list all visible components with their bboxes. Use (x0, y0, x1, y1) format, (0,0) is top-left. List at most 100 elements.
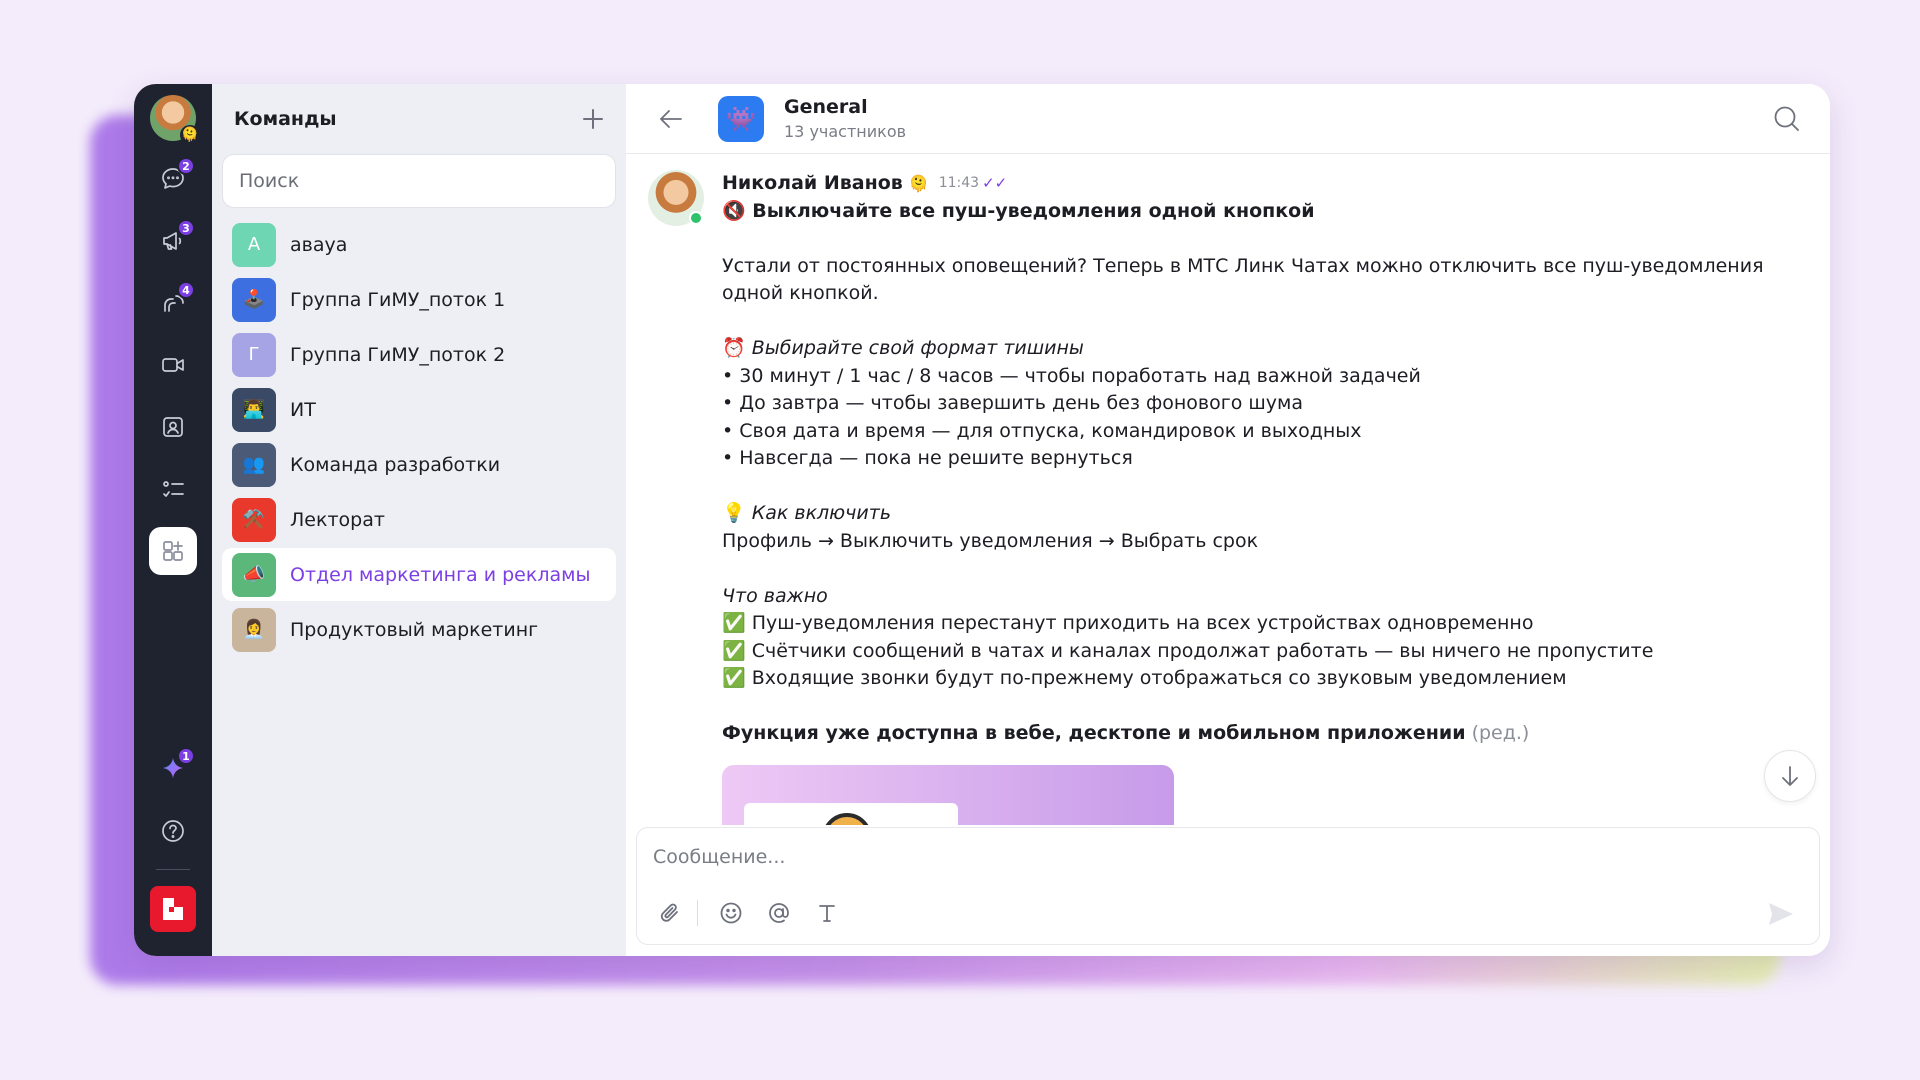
apps-nav-button[interactable] (149, 527, 197, 575)
attach-button[interactable] (655, 898, 685, 928)
scroll-down-button[interactable] (1764, 750, 1816, 802)
format-item: • 30 минут / 1 час / 8 часов — чтобы пор… (722, 364, 1421, 387)
author-avatar[interactable] (648, 170, 704, 226)
chat-avatar: 👾 (718, 95, 764, 142)
channels-badge: 3 (177, 219, 195, 237)
alarm-clock-icon: ⏰ (722, 337, 746, 359)
nav-rail: 🫠 2 3 4 1 (134, 84, 212, 956)
chats-badge: 2 (177, 157, 195, 175)
author-status-emoji: 🫠 (908, 174, 929, 193)
howto-text: Профиль → Выключить уведомления → Выбрат… (722, 529, 1259, 552)
team-label: Отдел маркетинга и рекламы (290, 563, 591, 586)
team-label: Группа ГиМУ_поток 1 (290, 288, 506, 311)
team-label: Команда разработки (290, 453, 501, 476)
important-title: Что важно (722, 584, 828, 607)
calls-nav-button[interactable] (149, 341, 197, 389)
message-headline: 🔇 Выключайте все пуш-уведомления одной к… (722, 198, 1790, 226)
composer-toolbar (655, 898, 860, 928)
tasks-nav-button[interactable] (149, 465, 197, 513)
threads-badge: 4 (177, 281, 195, 299)
chat-panel: 👾 General 13 участников Николай Иванов 🫠… (626, 84, 1830, 956)
chat-header: 👾 General 13 участников (626, 84, 1830, 154)
read-ticks-icon: ✓✓ (982, 174, 1008, 192)
teams-header: Команды (212, 84, 626, 154)
image-attachment[interactable] (722, 765, 1174, 825)
team-item[interactable]: А авауа (222, 218, 616, 271)
message-time: 11:43 (938, 175, 980, 191)
lightbulb-icon: 💡 (722, 502, 746, 524)
team-item-active[interactable]: 📣 Отдел маркетинга и рекламы (222, 548, 616, 601)
search-icon (1774, 106, 1799, 131)
toolbar-divider (697, 900, 698, 926)
chats-nav-button[interactable]: 2 (149, 155, 197, 203)
howto-title-text: Как включить (751, 502, 892, 524)
team-item[interactable]: ⚒️ Лекторат (222, 493, 616, 546)
team-list: А авауа 🕹️ Группа ГиМУ_поток 1 Г Группа … (212, 218, 626, 656)
chat-title-block: General 13 участников (784, 96, 906, 141)
headline-text: Выключайте все пуш-уведомления одной кно… (752, 199, 1315, 222)
user-avatar[interactable]: 🫠 (150, 95, 200, 145)
team-label: ИТ (290, 398, 316, 421)
important-item: ✅ Входящие звонки будут по-прежнему отоб… (722, 667, 1567, 689)
team-item[interactable]: 🕹️ Группа ГиМУ_поток 1 (222, 273, 616, 326)
add-team-button[interactable] (578, 104, 608, 134)
team-label: авауа (290, 233, 348, 256)
threads-nav-button[interactable]: 4 (149, 279, 197, 327)
format-item: • До завтра — чтобы завершить день без ф… (722, 392, 1303, 414)
team-label: Группа ГиМУ_поток 2 (290, 343, 506, 366)
contacts-nav-button[interactable] (149, 403, 197, 451)
chat-search-button[interactable] (1770, 102, 1804, 136)
ai-assistant-button[interactable]: 1 (149, 745, 197, 793)
author-name[interactable]: Николай Иванов (722, 170, 903, 198)
teams-title: Команды (234, 108, 337, 130)
send-button[interactable] (1765, 898, 1797, 930)
arrow-left-icon (660, 109, 682, 128)
format-item: • Навсегда — пока не решите вернуться (722, 447, 1133, 469)
emoji-button[interactable] (716, 898, 746, 928)
channels-nav-button[interactable]: 3 (149, 217, 197, 265)
message-input[interactable] (653, 840, 1803, 874)
rail-divider (156, 869, 190, 870)
team-item[interactable]: 👩‍💼 Продуктовый маркетинг (222, 603, 616, 656)
teams-search-input[interactable]: Поиск (222, 154, 616, 208)
ai-badge: 1 (177, 747, 195, 765)
team-item[interactable]: 👥 Команда разработки (222, 438, 616, 491)
plus-icon (583, 109, 603, 129)
teams-panel: Команды Поиск А авауа 🕹️ Группа ГиМУ_пот… (212, 84, 626, 956)
message-header: Николай Иванов 🫠 11:43 ✓✓ (722, 170, 1790, 198)
message-intro: Устали от постоянных оповещений? Теперь … (722, 254, 1764, 305)
team-avatar: 🕹️ (232, 277, 276, 322)
mts-link-logo[interactable] (150, 886, 196, 932)
message: Николай Иванов 🫠 11:43 ✓✓ 🔇 Выключайте в… (648, 170, 1790, 748)
important-item: ✅ Пуш-уведомления перестанут приходить н… (722, 612, 1534, 634)
checklist-icon (163, 481, 184, 497)
text-format-icon (819, 905, 835, 922)
team-label: Продуктовый маркетинг (290, 618, 539, 641)
back-button[interactable] (654, 102, 688, 136)
app-window: 🫠 2 3 4 1 Команды Поиск А авауа 🕹️ Групп… (134, 84, 1830, 956)
contact-card-icon (163, 417, 183, 437)
arrow-down-icon (1782, 766, 1798, 786)
team-label: Лекторат (290, 508, 385, 531)
edited-label: (ред.) (1471, 722, 1530, 744)
rail-bottom: 1 (134, 731, 212, 932)
text-format-button[interactable] (812, 898, 842, 928)
apps-grid-icon (163, 541, 183, 561)
team-avatar: А (232, 222, 276, 267)
message-composer (636, 827, 1820, 945)
message-body: Николай Иванов 🫠 11:43 ✓✓ 🔇 Выключайте в… (722, 170, 1790, 748)
team-item[interactable]: 👨‍💻 ИТ (222, 383, 616, 436)
footer-text: Функция уже доступна в вебе, десктопе и … (722, 722, 1466, 744)
team-avatar: Г (232, 332, 276, 377)
smiley-icon (720, 902, 742, 924)
mention-button[interactable] (764, 898, 794, 928)
team-item[interactable]: Г Группа ГиМУ_поток 2 (222, 328, 616, 381)
online-indicator (689, 211, 703, 225)
help-icon (162, 820, 184, 842)
team-avatar: 📣 (232, 552, 276, 597)
help-button[interactable] (149, 807, 197, 855)
mute-icon: 🔇 (722, 199, 746, 222)
logo-icon (163, 898, 183, 920)
chat-members-count: 13 участников (784, 122, 907, 141)
important-item: ✅ Счётчики сообщений в чатах и каналах п… (722, 639, 1654, 662)
